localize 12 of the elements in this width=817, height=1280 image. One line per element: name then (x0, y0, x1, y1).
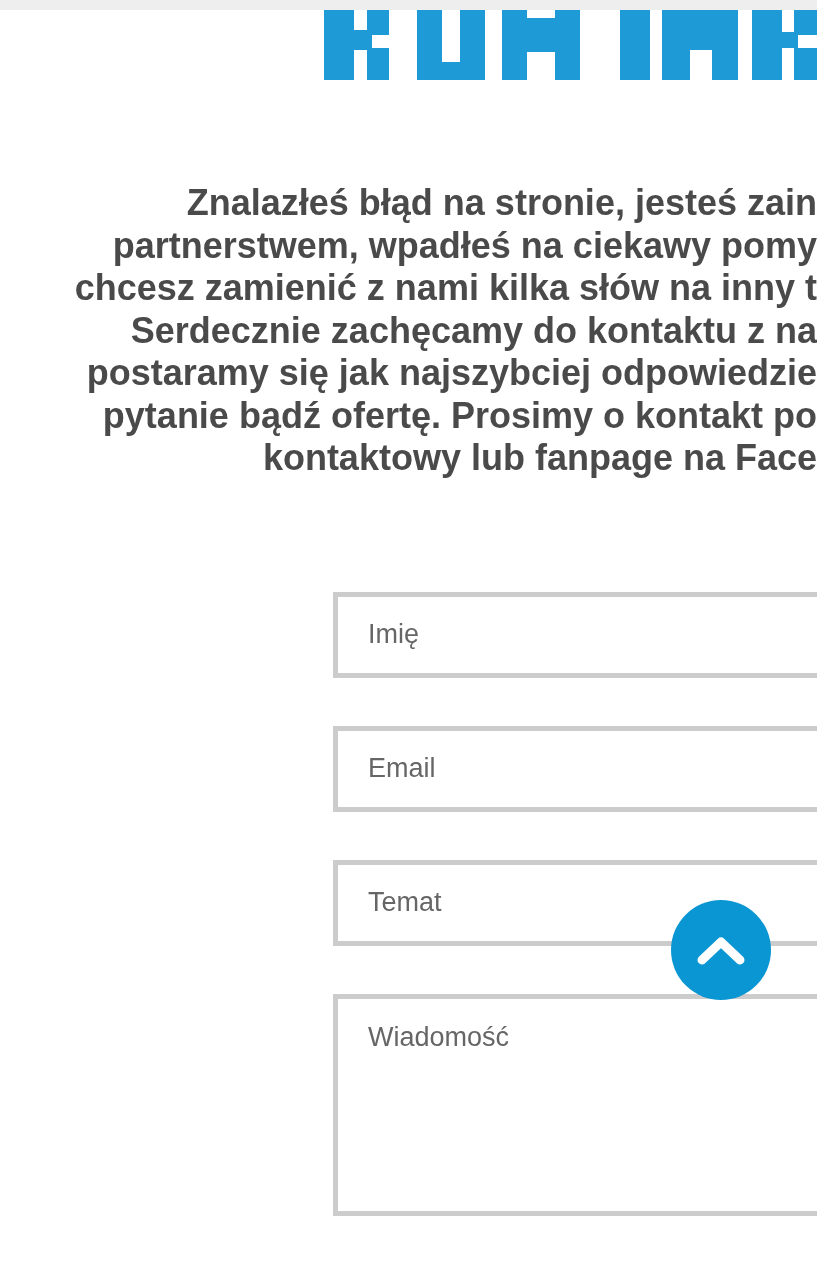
intro-text: Znalazłeś błąd na stronie, jesteś zain (186, 182, 817, 225)
intro-text: postaramy się jak najszybciej odpowiedzie (86, 352, 817, 395)
text-field[interactable]: Imię (333, 591, 817, 678)
message-field[interactable]: Wiadomość (333, 993, 817, 1216)
intro-text: partnerstwem, wpadłeś na ciekawy pomy (112, 224, 817, 267)
intro-text: Serdecznie zachęcamy do kontaktu z na (130, 309, 817, 352)
chevron-up-icon (697, 935, 745, 965)
intro-text: kontaktowy lub fanpage na Face (262, 437, 817, 480)
text-field[interactable]: Temat (333, 859, 817, 946)
intro-text: chcesz zamienić z nami kilka słów na inny t (74, 267, 817, 310)
text-field[interactable]: Email (333, 725, 817, 812)
intro-text: pytanie bądź ofertę. Prosimy o kontakt po (102, 394, 817, 437)
